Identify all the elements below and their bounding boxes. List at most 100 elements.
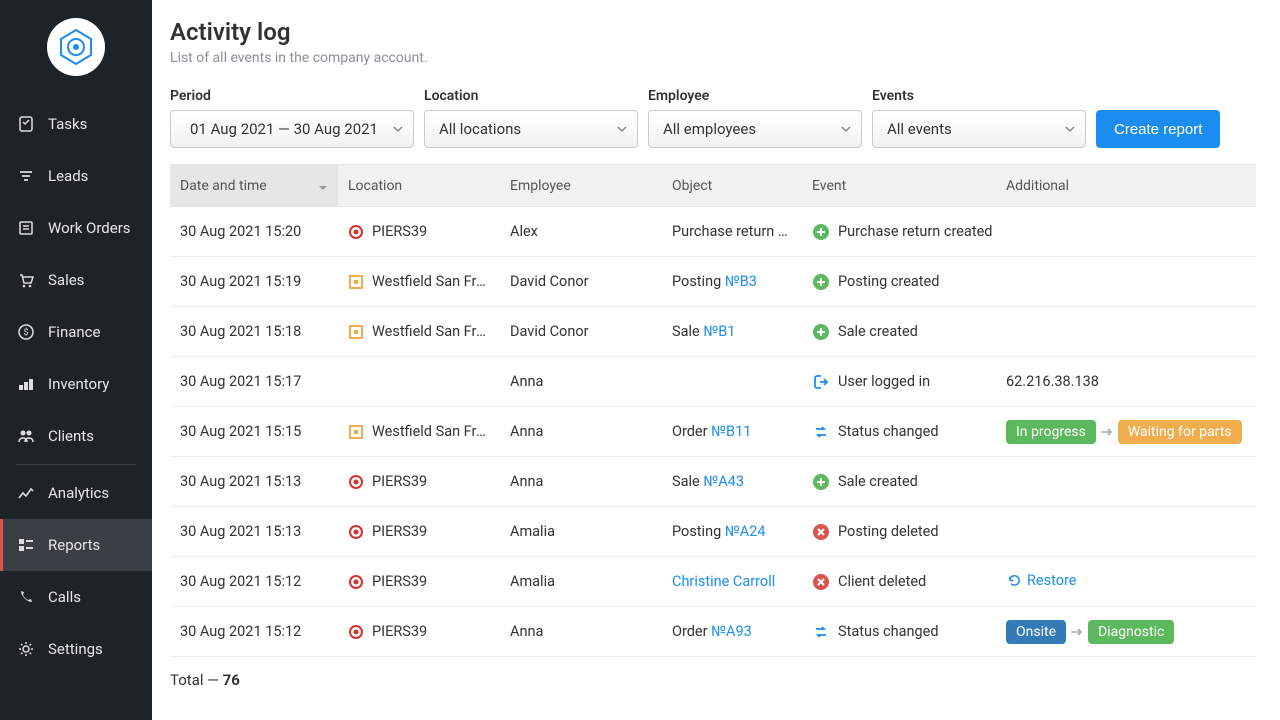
object-link[interactable]: №A24 [725,523,766,540]
status-badge: Onsite [1006,620,1066,644]
sidebar-item-sales[interactable]: Sales [0,254,152,306]
employee-select[interactable]: All employees [648,110,862,148]
main-content: Activity log List of all events in the c… [152,0,1280,720]
col-object[interactable]: Object [662,178,802,194]
cell-object: Purchase return … [662,223,802,240]
arrow-right-icon [1100,427,1114,437]
sidebar-item-leads[interactable]: Leads [0,150,152,202]
cell-datetime: 30 Aug 2021 15:15 [170,423,338,440]
cell-object: Sale №B1 [662,323,802,340]
sidebar-item-label: Calls [48,588,81,606]
col-additional[interactable]: Additional [996,178,1256,194]
cell-location: PIERS39 [338,223,500,240]
sidebar-item-work-orders[interactable]: Work Orders [0,202,152,254]
period-label: Period [170,88,414,104]
cell-event: Sale created [802,323,996,341]
col-location[interactable]: Location [338,178,500,194]
cell-employee: David Conor [500,323,662,340]
cell-location: PIERS39 [338,523,500,540]
object-link[interactable]: №B11 [711,423,751,440]
table-row: 30 Aug 2021 15:20PIERS39AlexPurchase ret… [170,207,1256,257]
cell-event: Status changed [802,423,996,441]
object-link[interactable]: Christine Carroll [672,573,775,590]
cell-datetime: 30 Aug 2021 15:13 [170,473,338,490]
period-select[interactable]: 01 Aug 2021 — 30 Aug 2021 [170,110,414,148]
logo [47,18,105,76]
hexagon-cube-icon [56,27,96,67]
sidebar-item-tasks[interactable]: Tasks [0,98,152,150]
location-type-icon [348,424,364,440]
location-type-icon [348,324,364,340]
location-type-icon [348,274,364,290]
sidebar-item-label: Leads [48,167,88,185]
cell-employee: Anna [500,473,662,490]
table-row: 30 Aug 2021 15:18 Westfield San Fra… David… [170,307,1256,357]
location-type-icon [348,524,364,540]
cell-datetime: 30 Aug 2021 15:17 [170,373,338,390]
table-row: 30 Aug 2021 15:13PIERS39AnnaSale №A43Sal… [170,457,1256,507]
sidebar-item-reports[interactable]: Reports [0,519,152,571]
cell-event: Purchase return created [802,223,996,241]
nav-icon [16,114,36,134]
location-name: Westfield San Fra… [372,323,490,340]
cell-location: PIERS39 [338,473,500,490]
cell-additional: In progressWaiting for parts [996,420,1256,444]
cell-location: PIERS39 [338,573,500,590]
cell-location: Westfield San Fra… [338,423,500,440]
object-link[interactable]: №B3 [725,273,757,290]
total-count: Total — 76 [170,671,1256,689]
object-link[interactable]: №B1 [703,323,735,340]
sidebar-item-clients[interactable]: Clients [0,410,152,462]
sidebar: Tasks Leads Work Orders Sales $FinanceInvent… [0,0,152,720]
location-type-icon [348,624,364,640]
sidebar-item-inventory[interactable]: Inventory [0,358,152,410]
location-name: Westfield San Fra… [372,273,490,290]
cell-object: Order №A93 [662,623,802,640]
sidebar-item-analytics[interactable]: Analytics [0,467,152,519]
col-event[interactable]: Event [802,178,996,194]
object-link[interactable]: №A43 [703,473,744,490]
cell-datetime: 30 Aug 2021 15:19 [170,273,338,290]
sidebar-item-label: Settings [48,640,103,658]
location-name: PIERS39 [372,223,427,240]
event-icon [812,523,830,541]
nav-icon: $ [16,322,36,342]
cell-object: Order №B11 [662,423,802,440]
chevron-down-icon [393,126,403,132]
chevron-down-icon [1065,126,1075,132]
location-select[interactable]: All locations [424,110,638,148]
page-subtitle: List of all events in the company accoun… [170,50,1256,66]
table-row: 30 Aug 2021 15:13PIERS39AmaliaPosting №A… [170,507,1256,557]
create-report-button[interactable]: Create report [1096,110,1220,148]
event-icon [812,373,830,391]
cell-datetime: 30 Aug 2021 15:18 [170,323,338,340]
sidebar-item-label: Sales [48,271,84,289]
table-header: Date and time Location Employee Object E… [170,165,1256,207]
object-link[interactable]: №A93 [711,623,752,640]
cell-additional: OnsiteDiagnostic [996,620,1256,644]
table-row: 30 Aug 2021 15:17AnnaUser logged in62.21… [170,357,1256,407]
col-employee[interactable]: Employee [500,178,662,194]
chevron-down-icon [841,126,851,132]
cell-location: PIERS39 [338,623,500,640]
nav-icon [16,483,36,503]
cell-object: Posting №B3 [662,273,802,290]
events-select[interactable]: All events [872,110,1086,148]
sidebar-item-label: Analytics [48,484,109,502]
location-name: PIERS39 [372,573,427,590]
cell-additional: 62.216.38.138 [996,373,1256,390]
restore-link[interactable]: Restore [1006,572,1076,589]
location-name: Westfield San Fra… [372,423,490,440]
col-date-time[interactable]: Date and time [170,165,338,206]
sidebar-item-finance[interactable]: $Finance [0,306,152,358]
sidebar-item-label: Work Orders [48,219,131,237]
location-type-icon [348,224,364,240]
nav-icon [16,426,36,446]
nav-icon [16,535,36,555]
sidebar-item-label: Reports [48,536,100,554]
cell-employee: Anna [500,623,662,640]
sidebar-item-settings[interactable]: Settings [0,623,152,675]
sidebar-item-calls[interactable]: Calls [0,571,152,623]
cell-employee: Amalia [500,523,662,540]
table-row: 30 Aug 2021 15:15Westfield San Fra…AnnaO… [170,407,1256,457]
